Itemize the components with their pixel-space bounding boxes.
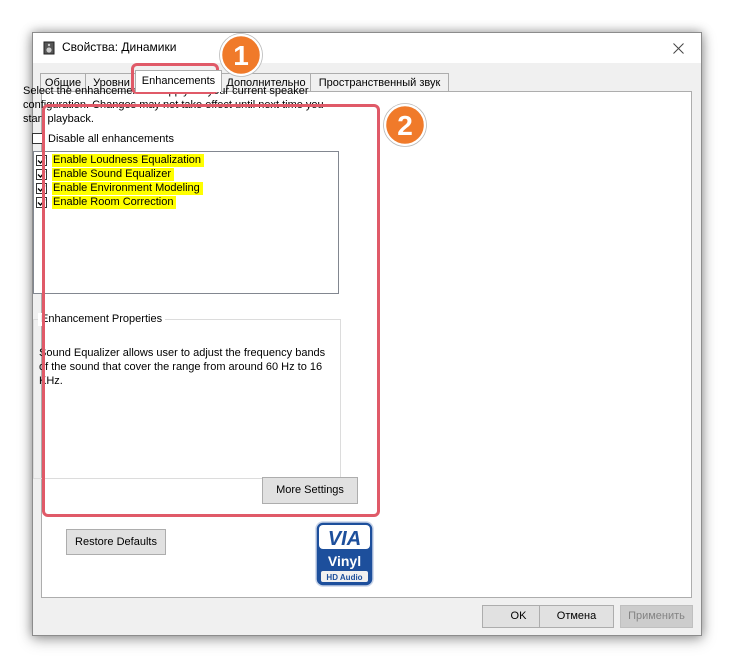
badge-2-number: 2 [397, 110, 413, 141]
restore-defaults-button[interactable]: Restore Defaults [66, 529, 166, 555]
speaker-icon [43, 41, 55, 55]
via-vinyl-logo: VIA Vinyl HD Audio [315, 521, 374, 587]
annotation-badge-1: 1 [219, 33, 263, 77]
apply-button[interactable]: Применить [620, 605, 693, 628]
title-bar[interactable]: Свойства: Динамики [33, 33, 701, 63]
annotation-badge-2: 2 [383, 103, 427, 147]
annotation-highlight-panel [42, 104, 380, 517]
logo-line1: Vinyl [328, 553, 361, 569]
close-button[interactable] [655, 33, 701, 63]
logo-line2: HD Audio [326, 573, 362, 582]
badge-1-number: 1 [233, 40, 249, 71]
tab-enhancements[interactable]: Enhancements [135, 70, 222, 92]
close-icon [672, 42, 684, 54]
cancel-button[interactable]: Отмена [539, 605, 614, 628]
window-title: Свойства: Динамики [62, 40, 177, 54]
logo-brand: VIA [328, 528, 361, 550]
